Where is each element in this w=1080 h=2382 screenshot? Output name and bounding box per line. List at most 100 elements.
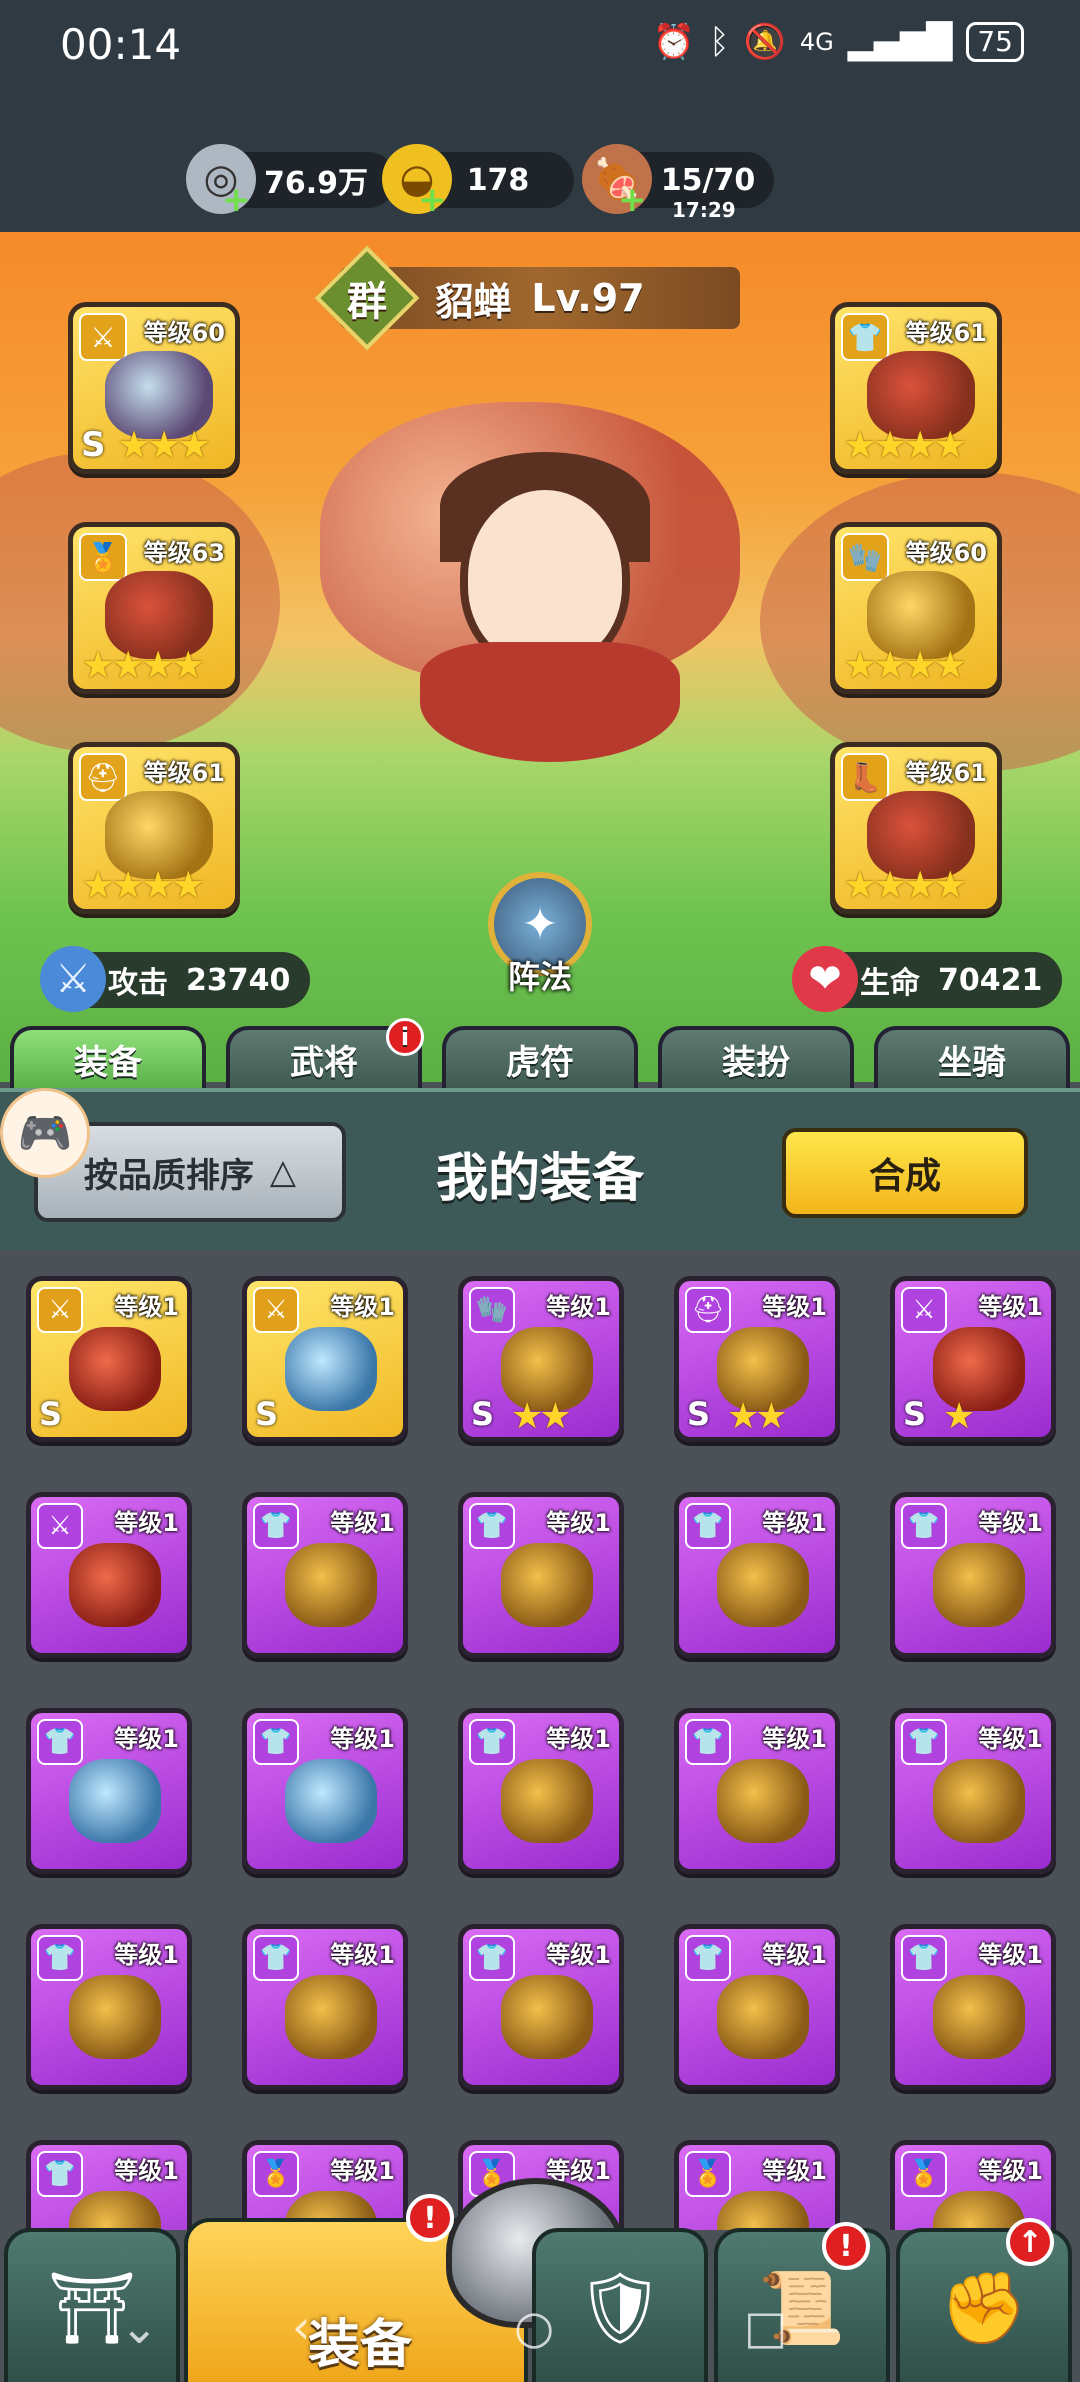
equip-slot-helmet[interactable]: ⛑ 等级61 ★★★★ xyxy=(68,742,240,914)
slot-level: 等级60 xyxy=(143,319,225,347)
equip-slot-gloves[interactable]: 🧤 等级60 ★★★★ xyxy=(830,522,1002,694)
item-level: 等级1 xyxy=(114,2157,179,2185)
inventory-item[interactable]: 👕 等级1 xyxy=(26,1924,192,2090)
inventory-header: 按品质排序 △ 我的装备 合成 xyxy=(0,1088,1080,1250)
hero-panel: 群 貂蝉 Lv.97 ⚔ 等级60 S ★★★ 🏅 等级63 ★★★★ ⛑ 等级… xyxy=(0,232,1080,1082)
inventory-item[interactable]: ⛑ 等级1 S ★★ xyxy=(674,1276,840,1442)
item-level: 等级1 xyxy=(114,1941,179,1969)
weapon-icon: ⚔ xyxy=(79,313,127,361)
armor-art xyxy=(69,1975,161,2059)
equip-slot-medal[interactable]: 🏅 等级63 ★★★★ xyxy=(68,522,240,694)
inventory-item[interactable]: 👕 等级1 xyxy=(890,1924,1056,2090)
tab-mount[interactable]: 坐骑 xyxy=(874,1026,1070,1088)
resource-gold[interactable]: ◒ + 178 xyxy=(382,144,574,220)
star-rating: ★★★ xyxy=(117,423,211,467)
armor-icon: 👕 xyxy=(469,1719,515,1765)
item-level: 等级1 xyxy=(762,1941,827,1969)
tab-equipment[interactable]: 装备 xyxy=(10,1026,206,1088)
resource-silver-value: 76.9万 xyxy=(263,166,369,201)
system-nav-down-icon[interactable]: ⌄ xyxy=(120,2300,159,2354)
weapon-art xyxy=(69,1543,161,1627)
signal-icon: 4G xyxy=(799,28,834,56)
inventory-grid: ⚔ 等级1 S ⚔ 等级1 S 🧤 等级1 S ★★ ⛑ 等级1 S ★★ ⚔ 等级1 S ★ ⚔ 等级1 👕 等级1 👕 等… xyxy=(0,1250,1080,2230)
weapon-art xyxy=(285,1327,377,1411)
system-nav-home-icon[interactable]: ○ xyxy=(514,2300,554,2354)
medal-icon: 🏅 xyxy=(901,2151,947,2197)
grade-label: S xyxy=(81,425,106,465)
attack-label: 攻击 xyxy=(108,966,168,1001)
armor-art xyxy=(717,1543,809,1627)
faction-badge: 群 xyxy=(314,245,420,351)
inventory-item[interactable]: ⚔ 等级1 xyxy=(26,1492,192,1658)
nav-battle[interactable]: 🛡 xyxy=(532,2228,708,2382)
system-nav-recents-icon[interactable]: □ xyxy=(744,2300,787,2354)
tab-tiger-tally[interactable]: 虎符 xyxy=(442,1026,638,1088)
inventory-item[interactable]: ⚔ 等级1 S xyxy=(242,1276,408,1442)
attack-value: 23740 xyxy=(186,962,291,998)
inventory-item[interactable]: 👕 等级1 xyxy=(458,1492,624,1658)
resource-silver[interactable]: ◎ + 76.9万 xyxy=(186,144,396,220)
attack-stat: ⚔ 攻击 23740 xyxy=(40,946,311,1012)
item-level: 等级1 xyxy=(546,1293,611,1321)
inventory-item[interactable]: 👕 等级1 xyxy=(890,1708,1056,1874)
merge-button[interactable]: 合成 xyxy=(782,1128,1028,1218)
item-level: 等级1 xyxy=(330,2157,395,2185)
inventory-item[interactable]: 👕 等级1 xyxy=(674,1924,840,2090)
equip-slot-boots[interactable]: 👢 等级61 ★★★★ xyxy=(830,742,1002,914)
inventory-item[interactable]: 👕 等级1 xyxy=(242,1492,408,1658)
helmet-icon: ⛑ xyxy=(79,753,127,801)
inventory-title: 我的装备 xyxy=(435,1149,644,1209)
inventory-item[interactable]: 👕 等级1 xyxy=(674,1492,840,1658)
tab-costume[interactable]: 装扮 xyxy=(658,1026,854,1088)
add-gold-icon[interactable]: + xyxy=(418,180,447,220)
inventory-item[interactable]: ⚔ 等级1 S xyxy=(26,1276,192,1442)
gamepad-icon[interactable]: 🎮 xyxy=(0,1088,90,1178)
grade-label: S xyxy=(255,1395,279,1433)
hero-character-art[interactable] xyxy=(320,362,760,832)
resource-stamina[interactable]: 🍖 + 15/70 17:29 xyxy=(582,144,774,222)
nav-equipment-label: 装备 xyxy=(308,2315,413,2375)
inventory-item[interactable]: ⚔ 等级1 S ★ xyxy=(890,1276,1056,1442)
equip-slot-weapon[interactable]: ⚔ 等级60 S ★★★ xyxy=(68,302,240,474)
hero-level: Lv.97 xyxy=(531,276,645,320)
equip-slot-armor[interactable]: 👕 等级61 ★★★★ xyxy=(830,302,1002,474)
hero-name-banner: 群 貂蝉 Lv.97 xyxy=(314,245,740,351)
add-silver-icon[interactable]: + xyxy=(222,180,251,220)
armor-art xyxy=(717,1975,809,2059)
sword-icon: ⚔ xyxy=(40,946,106,1012)
item-level: 等级1 xyxy=(762,1509,827,1537)
item-level: 等级1 xyxy=(978,1293,1043,1321)
grade-label: S xyxy=(903,1395,927,1433)
weapon-icon: ⚔ xyxy=(253,1287,299,1333)
inventory-item[interactable]: 🏅 等级1 xyxy=(242,2140,408,2230)
armor-art xyxy=(933,1543,1025,1627)
inventory-item[interactable]: 👕 等级1 xyxy=(674,1708,840,1874)
add-stamina-icon[interactable]: + xyxy=(618,180,647,220)
armor-art xyxy=(933,1975,1025,2059)
item-level: 等级1 xyxy=(330,1725,395,1753)
status-time: 00:14 xyxy=(60,20,182,69)
grade-label: S xyxy=(471,1395,495,1433)
inventory-item[interactable]: 🏅 等级1 xyxy=(890,2140,1056,2230)
mute-icon: 🔕 xyxy=(743,22,786,62)
inventory-item[interactable]: 👕 等级1 xyxy=(242,1924,408,2090)
inventory-item[interactable]: 🧤 等级1 S ★★ xyxy=(458,1276,624,1442)
inventory-item[interactable]: 👕 等级1 xyxy=(26,2140,192,2230)
inventory-item[interactable]: 👕 等级1 xyxy=(890,1492,1056,1658)
inventory-item[interactable]: 🏅 等级1 xyxy=(674,2140,840,2230)
hero-body xyxy=(420,642,680,762)
inventory-item[interactable]: 👕 等级1 xyxy=(26,1708,192,1874)
gloves-icon: 🧤 xyxy=(841,533,889,581)
inventory-item[interactable]: 👕 等级1 xyxy=(458,1708,624,1874)
star-rating: ★★ xyxy=(511,1396,572,1437)
inventory-item[interactable]: 👕 等级1 xyxy=(458,1924,624,2090)
inventory-item[interactable]: 👕 等级1 xyxy=(242,1708,408,1874)
nav-upgrade-badge-icon: ↑ xyxy=(1006,2218,1054,2266)
item-level: 等级1 xyxy=(762,2157,827,2185)
gloves-icon: 🧤 xyxy=(469,1287,515,1333)
system-nav-back-icon[interactable]: ‹ xyxy=(292,2300,310,2354)
tab-generals[interactable]: 武将 i xyxy=(226,1018,424,1088)
armor-art xyxy=(285,1759,377,1843)
star-rating: ★★★★ xyxy=(81,863,205,907)
hp-label: 生命 xyxy=(860,966,920,1001)
